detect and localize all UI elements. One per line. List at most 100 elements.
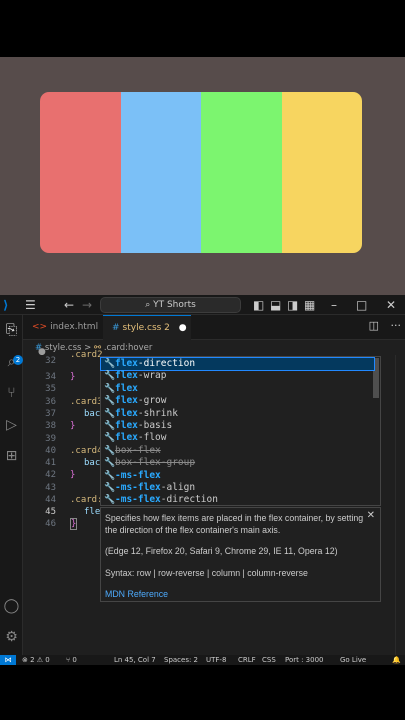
editor-scrollbar[interactable] [395,355,405,655]
minimize-icon[interactable]: – [331,297,337,313]
browser-compat: (Edge 12, Firefox 20, Safari 9, Chrome 2… [105,546,338,556]
suggestion-match: -ms-flex [115,482,161,493]
suggestion-rest: -direction [137,358,196,369]
suggestion-item[interactable]: 🔧 flex-basis [101,420,374,432]
line-number: 43 [45,483,56,493]
suggestion-item[interactable]: 🔧 flex [101,383,374,395]
menu-icon[interactable]: ☰ [25,297,36,313]
card-3 [201,92,282,253]
suggestion-match: -ms-flex [115,494,161,506]
line-number: 44 [45,495,56,505]
account-icon[interactable]: ◯ [2,596,21,616]
settings-gear-icon[interactable]: ⚙ [2,627,21,647]
close-icon[interactable]: ✕ [386,297,396,313]
wrench-icon: 🔧 [104,371,116,382]
cursor-position[interactable]: Ln 45, Col 7 [114,655,156,665]
suggestion-match: flex [115,407,138,419]
card-2 [120,92,201,253]
suggestion-rest: -align [160,482,196,493]
card-container [40,92,362,253]
toggle-sidebar-icon[interactable]: ◧ [253,297,264,313]
command-center[interactable]: ⌕ YT Shorts [100,297,241,313]
code-line: } [70,421,76,431]
tab-label: index.html [50,322,99,332]
line-number: 40 [45,446,56,456]
html-icon: <> [32,322,48,332]
indentation[interactable]: Spaces: 2 [164,655,198,665]
suggestion-item[interactable]: 🔧 flex-wrap [101,370,374,382]
extensions-icon[interactable]: ⊞ [2,446,21,466]
code-line: } [70,518,78,530]
vscode-logo-icon: ⟩ [3,298,9,312]
code-line: .card: [70,495,103,505]
suggestion-match: flex [115,395,138,407]
code-line: .card2 [70,350,103,360]
encoding[interactable]: UTF-8 [206,655,226,665]
layout-icon[interactable]: ▦ [304,297,315,313]
css-icon: # [35,343,43,353]
wrench-icon: 🔧 [104,458,116,469]
wrench-icon: 🔧 [104,383,116,394]
source-control-icon[interactable]: ⑂ [2,383,21,403]
code-line: .card3 [70,397,103,407]
suggestion-rest: -grow [137,395,167,407]
arrow-right-icon[interactable]: → [82,297,92,313]
arrow-left-icon[interactable]: ← [64,297,74,313]
suggestion-item[interactable]: 🔧 flex-shrink [101,408,374,420]
breadcrumb-symbol[interactable]: .card:hover [104,343,153,353]
notifications-icon[interactable]: 🔔 [392,655,401,665]
run-debug-icon[interactable]: ▷ [2,415,21,435]
wrench-icon: 🔧 [104,359,116,369]
suggestion-item[interactable]: 🔧 flex-direction [100,356,375,372]
code-line: bac [84,458,101,468]
close-icon[interactable]: ✕ [367,510,375,521]
language-mode[interactable]: CSS [262,655,276,665]
suggestion-rest: -flow [137,432,167,444]
tab-bar: <> index.html ● # style.css 2 ● ◫ ··· [23,315,405,357]
line-ending[interactable]: CRLF [238,655,256,665]
code-line: } [70,372,76,382]
wrench-icon: 🔧 [104,495,116,506]
explorer-icon[interactable]: ⎘ [2,320,21,340]
code-line: bac [84,409,101,419]
line-number: 37 [45,409,56,419]
wrench-icon: 🔧 [104,421,116,431]
line-number: 41 [45,458,56,468]
suggestion-match: flex [115,370,138,382]
suggestion-item[interactable]: 🔧 -ms-flex-align [101,482,374,494]
card-4 [281,92,362,253]
activity-bar: ⎘ 2 ⌕ ⑂ ▷ ⊞ ◯ ⚙ [0,315,23,655]
unsaved-dot-icon[interactable]: ● [179,323,187,333]
suggestion-rest: -shrink [137,407,178,419]
go-live-button[interactable]: Go Live [340,655,366,665]
suggestion-item[interactable]: 🔧 -ms-flex [101,470,374,482]
suggestion-item[interactable]: 🔧 box-flex-group [101,457,374,469]
search-icon[interactable]: ⌕ [2,352,21,372]
css-icon: # [112,323,120,333]
editor-actions: ◫ ··· [369,319,401,332]
line-number: 38 [45,421,56,431]
suggestion-rest: -direction [160,494,218,506]
ports-status[interactable]: ⑂ 0 [66,655,77,665]
mdn-reference-link[interactable]: MDN Reference [105,588,168,600]
more-actions-icon[interactable]: ··· [391,319,402,332]
toggle-secondary-sidebar-icon[interactable]: ◨ [287,297,298,313]
split-editor-icon[interactable]: ◫ [369,319,379,332]
suggestion-item[interactable]: 🔧 -ms-flex-direction [101,494,374,506]
titlebar: ⟩ ☰ ← → ⌕ YT Shorts ◧ ⬓ ◨ ▦ – □ ✕ [0,295,405,315]
suggestion-item[interactable]: 🔧 flex-flow [101,432,374,444]
remote-icon[interactable]: ⋈ [0,655,16,665]
toggle-panel-icon[interactable]: ⬓ [270,297,281,313]
card-1 [40,92,121,253]
line-number: 34 [45,372,56,382]
port-status[interactable]: Port : 3000 [285,655,324,665]
maximize-icon[interactable]: □ [356,297,367,313]
suggestion-item[interactable]: 🔧 flex-grow [101,395,374,407]
tab-index-html[interactable]: <> index.html ● [23,315,101,357]
suggestion-match: box-flex-group [115,457,196,469]
tab-label: style.css 2 [122,323,170,333]
suggestion-item[interactable]: 🔧 box-flex [101,445,374,457]
command-center-label: YT Shorts [153,300,196,310]
problems-status[interactable]: ⊗ 2 ⚠ 0 [22,655,50,665]
tab-style-css[interactable]: # style.css 2 ● [103,315,191,340]
